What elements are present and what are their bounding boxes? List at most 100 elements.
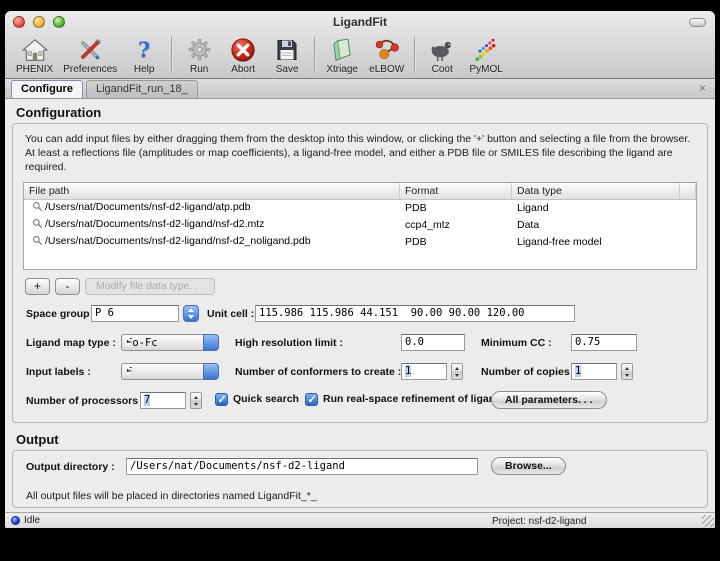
toolbar-item-label: eLBOW <box>369 64 404 75</box>
browse-button[interactable]: Browse... <box>491 457 566 475</box>
processors-label: Number of processors : <box>26 395 144 407</box>
conformers-field[interactable]: 1 <box>401 363 447 380</box>
abort-button[interactable]: Abort <box>221 36 265 75</box>
toolbar-item-label: Xtriage <box>326 64 358 75</box>
toolbar-toggle-button[interactable] <box>689 18 706 27</box>
main-content: Configuration You can add input files by… <box>5 99 715 508</box>
toolbar-item-label: PHENIX <box>16 64 53 75</box>
high-resolution-limit-label: High resolution limit : <box>235 337 343 349</box>
space-group-field[interactable]: P 6 <box>91 305 179 322</box>
ligand-map-type-label: Ligand map type : <box>26 337 116 349</box>
toolbar-item-label: Coot <box>432 64 453 75</box>
modify-file-data-type-button: Modify file data type. . . <box>85 278 215 295</box>
phenix-button[interactable]: PHENIX <box>11 36 58 75</box>
input-files-table[interactable]: File path Format Data type /Users/nat/Do… <box>23 182 697 270</box>
status-state: Idle <box>11 515 40 526</box>
conformers-label: Number of conformers to create : <box>235 366 401 378</box>
space-group-label: Space group : <box>26 308 96 320</box>
window-chrome: LigandFit PHENIX Preferences ? <box>5 11 715 79</box>
tab-ligandfit-run-18[interactable]: LigandFit_run_18_ <box>86 80 198 98</box>
output-directory-field[interactable]: /Users/nat/Documents/nsf-d2-ligand <box>126 458 478 475</box>
chevron-updown-icon <box>203 334 219 351</box>
all-parameters-button[interactable]: All parameters. . . <box>491 391 607 409</box>
file-path: /Users/nat/Documents/nsf-d2-ligand/atp.p… <box>45 201 250 213</box>
crystal-icon <box>329 36 355 63</box>
add-file-button[interactable]: + <box>25 278 50 295</box>
conformers-spinner[interactable] <box>451 363 463 380</box>
column-header-spacer <box>680 183 696 199</box>
toolbar-separator <box>314 37 315 73</box>
question-mark-icon: ? <box>138 36 150 63</box>
checkbox-checked-icon[interactable] <box>305 393 318 406</box>
tab-configure[interactable]: Configure <box>11 80 83 98</box>
column-header-data-type[interactable]: Data type <box>512 183 680 199</box>
toolbar-item-label: PyMOL <box>470 64 503 75</box>
unit-cell-field[interactable]: 115.986 115.986 44.151 90.00 90.00 120.0… <box>255 305 575 322</box>
quick-search-label: Quick search <box>233 393 299 405</box>
file-data-type: Data <box>512 219 680 231</box>
toolbar-separator <box>414 37 415 73</box>
copies-spinner[interactable] <box>621 363 633 380</box>
toolbar-item-label: Run <box>190 64 208 75</box>
high-resolution-limit-field[interactable]: 0.0 <box>401 334 465 351</box>
processors-field[interactable]: 7 <box>140 392 186 409</box>
quick-search-checkbox-group[interactable]: Quick search <box>215 393 299 406</box>
column-header-file-path[interactable]: File path <box>24 183 400 199</box>
xtriage-button[interactable]: Xtriage <box>320 36 364 75</box>
ligand-map-type-dropdown[interactable]: Fo-Fc <box>121 334 219 351</box>
preferences-button[interactable]: Preferences <box>58 36 122 75</box>
space-group-stepper[interactable] <box>183 305 199 322</box>
input-labels-label: Input labels : <box>26 366 91 378</box>
instructions-text: You can add input files by either draggi… <box>25 132 695 175</box>
status-bar: Idle Project: nsf-d2-ligand <box>5 512 715 528</box>
toolbar-item-label: Abort <box>231 64 255 75</box>
copies-field[interactable]: 1 <box>571 363 617 380</box>
close-icon[interactable]: × <box>699 82 706 94</box>
status-text: Idle <box>24 515 40 526</box>
real-space-refinement-checkbox-group[interactable]: Run real-space refinement of ligand <box>305 393 502 406</box>
table-row[interactable]: /Users/nat/Documents/nsf-d2-ligand/nsf-d… <box>24 234 696 251</box>
real-space-refinement-label: Run real-space refinement of ligand <box>323 393 502 405</box>
elbow-button[interactable]: eLBOW <box>364 36 409 75</box>
floppy-disk-icon <box>275 36 299 63</box>
help-button[interactable]: ? Help <box>122 36 166 75</box>
desktop: LigandFit PHENIX Preferences ? <box>0 0 720 561</box>
output-panel: Output directory : /Users/nat/Documents/… <box>12 450 708 508</box>
magnifier-icon <box>32 218 43 232</box>
save-button[interactable]: Save <box>265 36 309 75</box>
run-button[interactable]: Run <box>177 36 221 75</box>
toolbar-item-label: Preferences <box>63 64 117 75</box>
output-directory-row: Output directory : /Users/nat/Documents/… <box>23 458 697 477</box>
pymol-button[interactable]: PyMOL <box>464 36 508 75</box>
column-header-format[interactable]: Format <box>400 183 512 199</box>
table-row[interactable]: /Users/nat/Documents/nsf-d2-ligand/atp.p… <box>24 200 696 217</box>
titlebar[interactable]: LigandFit <box>5 11 715 33</box>
minimum-cc-label: Minimum CC : <box>481 337 552 349</box>
abort-x-icon <box>230 36 256 63</box>
toolbar-separator <box>171 37 172 73</box>
remove-file-button[interactable]: - <box>55 278 80 295</box>
magnifier-icon <box>32 201 43 215</box>
configuration-panel: You can add input files by either draggi… <box>12 123 708 423</box>
status-dot-icon <box>11 516 20 525</box>
toolbar-item-label: Save <box>276 64 299 75</box>
table-button-row: + - Modify file data type. . . <box>25 278 697 295</box>
processors-spinner[interactable] <box>190 392 202 409</box>
checkbox-checked-icon[interactable] <box>215 393 228 406</box>
space-group-row: Space group : P 6 Unit cell : 115.986 11… <box>23 305 697 324</box>
minimum-cc-field[interactable]: 0.75 <box>571 334 637 351</box>
file-format: ccp4_mtz <box>400 219 512 231</box>
coot-button[interactable]: Coot <box>420 36 464 75</box>
molecule-icon <box>374 36 400 63</box>
file-format: PDB <box>400 202 512 214</box>
toolbar: PHENIX Preferences ? Help R <box>5 33 715 78</box>
ligand-map-type-row: Ligand map type : Fo-Fc High resolution … <box>23 334 697 353</box>
file-path: /Users/nat/Documents/nsf-d2-ligand/nsf-d… <box>45 218 264 230</box>
file-format: PDB <box>400 236 512 248</box>
house-icon <box>22 36 48 63</box>
table-row[interactable]: /Users/nat/Documents/nsf-d2-ligand/nsf-d… <box>24 217 696 234</box>
resize-grip[interactable] <box>702 515 714 527</box>
input-labels-dropdown[interactable]: F <box>121 363 219 380</box>
tab-bar: Configure LigandFit_run_18_ × <box>5 79 715 99</box>
rainbow-helix-icon <box>473 36 499 63</box>
